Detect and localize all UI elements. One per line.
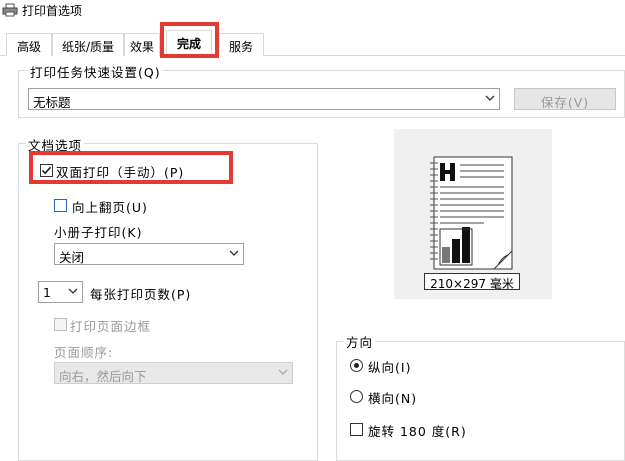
tab-effects[interactable]: 效果 (124, 33, 160, 56)
radio-selected-dot (354, 363, 359, 368)
chevron-down-icon (229, 250, 239, 256)
window-title: 打印首选项 (22, 4, 83, 18)
landscape-radio[interactable] (350, 390, 363, 403)
duplex-checkbox[interactable] (40, 164, 53, 177)
orientation-label: 方向 (344, 332, 376, 351)
booklet-label: 小册子打印(K) (54, 225, 143, 240)
title-bar: 打印首选项 (0, 0, 625, 22)
landscape-label[interactable]: 横向(N) (368, 388, 417, 407)
tab-paper-quality[interactable]: 纸张/质量 (52, 33, 124, 56)
portrait-radio[interactable] (350, 359, 363, 372)
printer-icon (2, 3, 18, 17)
booklet-value: 关闭 (59, 250, 85, 265)
tab-label: 高级 (16, 40, 41, 54)
portrait-label[interactable]: 纵向(I) (368, 357, 411, 376)
page-order-dropdown[interactable]: 向右，然后向下 (54, 362, 293, 384)
print-borders-checkbox[interactable] (54, 318, 67, 331)
tab-services[interactable]: 服务 (218, 33, 264, 56)
chevron-down-icon (278, 369, 288, 375)
flip-up-checkbox[interactable] (54, 199, 67, 212)
chevron-down-icon (68, 288, 78, 294)
rotate-180-label[interactable]: 旋转 180 度(R) (368, 421, 467, 440)
print-borders-label: 打印页面边框 (70, 319, 152, 334)
checkmark-icon (41, 166, 52, 175)
tab-label: 服务 (228, 40, 253, 54)
quick-set-dropdown[interactable]: 无标题 (28, 88, 500, 110)
tab-label: 纸张/质量 (61, 40, 115, 54)
document-options-label: 文档选项 (26, 135, 85, 154)
pages-per-sheet-dropdown[interactable]: 1 (38, 281, 83, 303)
preview-panel: 210×297 毫米 (394, 129, 552, 299)
tab-label: 完成 (176, 37, 201, 51)
chevron-down-icon (485, 95, 495, 101)
booklet-dropdown[interactable]: 关闭 (54, 243, 244, 265)
rotate-180-checkbox[interactable] (350, 423, 363, 436)
flip-up-label[interactable]: 向上翻页(U) (72, 197, 148, 216)
page-order-value: 向右，然后向下 (59, 369, 147, 384)
pages-per-sheet-label: 每张打印页数(P) (90, 287, 192, 302)
tab-finishing[interactable]: 完成 (166, 30, 212, 57)
save-button[interactable]: 保存(V) (514, 88, 616, 110)
pages-per-sheet-value: 1 (43, 285, 51, 300)
quick-set-value: 无标题 (33, 95, 71, 110)
duplex-label[interactable]: 双面打印（手动）(P) (56, 162, 184, 181)
page-order-label: 页面顺序: (54, 345, 114, 360)
paper-size-label: 210×297 毫米 (424, 273, 520, 291)
quick-set-label: 打印任务快速设置(Q) (28, 62, 163, 81)
tab-advanced[interactable]: 高级 (6, 33, 52, 56)
tab-label: 效果 (129, 40, 154, 54)
